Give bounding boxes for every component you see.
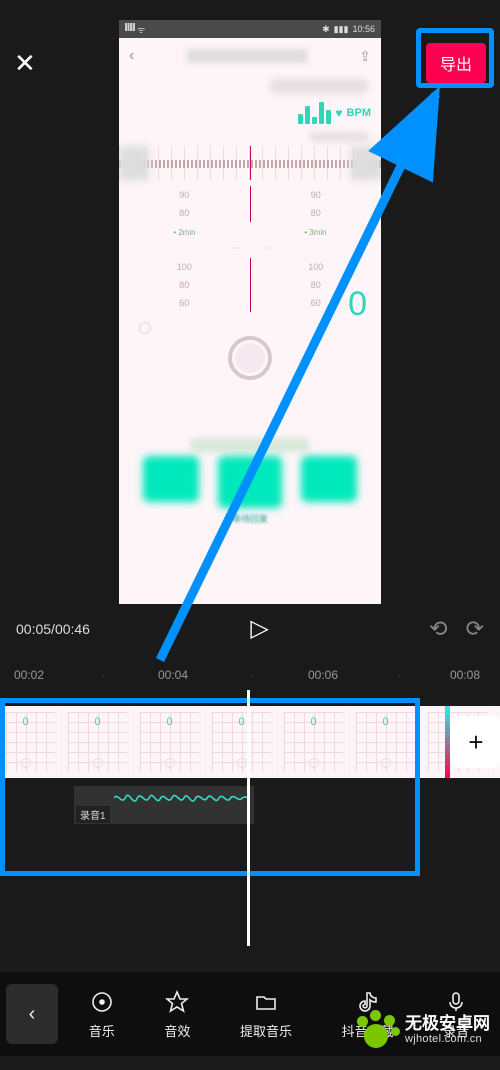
watermark-title: 无极安卓网 — [405, 1014, 490, 1034]
video-frame[interactable]: 0 — [134, 706, 206, 778]
video-preview[interactable]: ᯤ ✱▮▮▮10:56 ‹ ⇪ ♥ BPM 9080 9080 2min3min… — [119, 20, 381, 604]
phone-scale-2: 1008060 1008060 — [119, 256, 381, 314]
watermark-url: wjhotel.com.cn — [405, 1033, 490, 1046]
toolbar-back-button[interactable]: ‹ — [6, 984, 58, 1044]
transport-bar: 00:05/00:46 ▷ ⟲ ⟳ — [0, 614, 500, 643]
undo-button[interactable]: ⟲ — [429, 616, 447, 642]
tool-extract-audio[interactable]: 提取音乐 — [240, 989, 292, 1040]
video-frame[interactable]: 0 — [0, 706, 62, 778]
audio-waveform — [114, 786, 250, 810]
blurred-text — [190, 438, 310, 452]
heart-icon: ♥ — [335, 106, 342, 120]
timecode: 00:05/00:46 — [16, 621, 90, 637]
phone-status-bar: ᯤ ✱▮▮▮10:56 — [119, 20, 381, 38]
phone-record-button — [228, 336, 272, 380]
phone-small-ring — [139, 322, 151, 334]
phone-big-value: 0 — [348, 285, 367, 324]
close-button[interactable]: ✕ — [14, 48, 36, 79]
video-track[interactable]: 0 0 0 0 0 0 0 0 — [0, 706, 500, 778]
bpm-indicator: ♥ BPM — [119, 98, 381, 128]
add-clip-button[interactable]: + — [450, 716, 500, 768]
video-frame[interactable]: 0 — [350, 706, 422, 778]
phone-bottom-buttons — [119, 456, 381, 508]
phone-chart — [119, 146, 381, 180]
music-icon — [89, 989, 115, 1015]
playhead[interactable] — [247, 690, 250, 946]
video-frame[interactable]: 0 — [278, 706, 350, 778]
star-icon — [164, 989, 190, 1015]
redo-button[interactable]: ⟳ — [466, 616, 484, 642]
video-editor-screen: ✕ 导出 ᯤ ✱▮▮▮10:56 ‹ ⇪ ♥ BPM 9080 9080 — [0, 0, 500, 1070]
timeline[interactable]: 0 0 0 0 0 0 0 0 + 录音1 — [0, 698, 500, 882]
watermark-logo-icon — [355, 1008, 399, 1052]
play-button[interactable]: ▷ — [250, 614, 268, 643]
watermark: 无极安卓网 wjhotel.com.cn — [355, 1008, 490, 1052]
blurred-text — [309, 132, 369, 142]
audio-clip[interactable]: 录音1 — [74, 786, 254, 824]
folder-icon — [253, 989, 279, 1015]
timeline-ruler[interactable]: 00:02 · 00:04 · 00:06 · 00:08 — [0, 664, 500, 686]
video-frame[interactable]: 0 — [62, 706, 134, 778]
export-button[interactable]: 导出 — [426, 43, 486, 83]
tool-music[interactable]: 音乐 — [89, 989, 115, 1040]
phone-time-labels: 2min3min — [119, 228, 381, 237]
audio-clip-label: 录音1 — [76, 806, 110, 823]
tool-sound-effect[interactable]: 音效 — [164, 989, 190, 1040]
top-bar: ✕ 导出 — [0, 38, 500, 88]
video-frame[interactable]: 0 — [206, 706, 278, 778]
phone-scale-1: 9080 9080 — [119, 180, 381, 228]
